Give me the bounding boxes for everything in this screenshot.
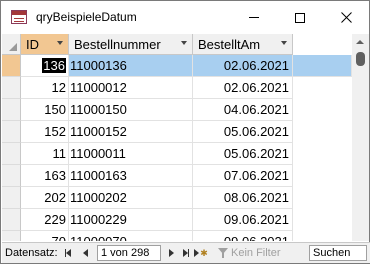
cell-id[interactable]: 229 <box>21 209 69 231</box>
cell-id[interactable]: 163 <box>21 165 69 187</box>
table-row[interactable]: 202 11000202 08.06.2021 <box>2 187 352 209</box>
record-selector[interactable] <box>2 55 21 77</box>
new-record-button[interactable]: ✱ <box>194 246 208 260</box>
new-record-icon <box>194 249 200 257</box>
cell-bestelltam[interactable]: 02.06.2021 <box>193 55 293 77</box>
dropdown-arrow-icon[interactable] <box>181 41 187 45</box>
cell-bestellnummer[interactable]: 11000163 <box>69 165 193 187</box>
table-row[interactable]: 70 11000070 09.06.2021 <box>2 231 352 241</box>
cell-id[interactable]: 12 <box>21 77 69 99</box>
record-position-field[interactable]: 1 von 298 <box>97 245 161 261</box>
cell-bestelltam[interactable]: 07.06.2021 <box>193 165 293 187</box>
scroll-thumb[interactable] <box>356 52 365 66</box>
next-record-button[interactable] <box>164 246 178 260</box>
vertical-scrollbar[interactable] <box>352 34 369 241</box>
maximize-icon <box>295 12 305 23</box>
cell-id[interactable]: 202 <box>21 187 69 209</box>
cell-bestellnummer[interactable]: 11000136 <box>69 55 193 77</box>
minimize-icon <box>249 17 259 18</box>
table-row[interactable]: 12 11000012 02.06.2021 <box>2 77 352 99</box>
table-row[interactable]: 150 11000150 04.06.2021 <box>2 99 352 121</box>
cell-bestellnummer[interactable]: 11000202 <box>69 187 193 209</box>
cell-bestellnummer[interactable]: 11000152 <box>69 121 193 143</box>
cell-bestellnummer[interactable]: 11000150 <box>69 99 193 121</box>
minimize-button[interactable] <box>231 1 277 34</box>
column-header-id[interactable]: ID <box>21 34 69 55</box>
cell-bestelltam[interactable]: 05.06.2021 <box>193 143 293 165</box>
cell-bestellnummer[interactable]: 11000012 <box>69 77 193 99</box>
cell-bestelltam[interactable]: 09.06.2021 <box>193 209 293 231</box>
record-selector[interactable] <box>2 165 21 187</box>
column-header-bestellnummer[interactable]: Bestellnummer <box>69 34 193 55</box>
cell-id[interactable]: 150 <box>21 99 69 121</box>
record-selector[interactable] <box>2 99 21 121</box>
column-header-label: Bestellnummer <box>74 37 161 52</box>
cell-id[interactable]: 11 <box>21 143 69 165</box>
cell-bestellnummer[interactable]: 11000070 <box>69 231 193 241</box>
column-header-bestelltam[interactable]: BestelltAm <box>193 34 293 55</box>
select-all-corner[interactable] <box>2 34 21 55</box>
filter-toggle[interactable]: Kein Filter <box>218 245 281 261</box>
column-header-label: ID <box>26 37 39 52</box>
first-record-icon <box>66 249 71 257</box>
title-bar[interactable]: qryBeispieleDatum <box>1 1 369 34</box>
record-selector[interactable] <box>2 187 21 209</box>
close-button[interactable] <box>323 1 369 34</box>
search-input[interactable]: Suchen <box>309 245 367 261</box>
record-selector[interactable] <box>2 121 21 143</box>
table-row[interactable]: 163 11000163 07.06.2021 <box>2 165 352 187</box>
filter-label: Kein Filter <box>231 247 281 259</box>
table-row[interactable]: 11 11000011 05.06.2021 <box>2 143 352 165</box>
cell-bestelltam[interactable]: 05.06.2021 <box>193 121 293 143</box>
maximize-button[interactable] <box>277 1 323 34</box>
dropdown-arrow-icon[interactable] <box>57 41 63 45</box>
record-selector[interactable] <box>2 143 21 165</box>
table-row[interactable]: 152 11000152 05.06.2021 <box>2 121 352 143</box>
dropdown-arrow-icon[interactable] <box>281 41 287 45</box>
cell-bestelltam[interactable]: 04.06.2021 <box>193 99 293 121</box>
access-window: qryBeispieleDatum ID Bestellnummer Beste… <box>0 0 370 264</box>
previous-record-button[interactable] <box>78 246 92 260</box>
cell-bestelltam[interactable]: 02.06.2021 <box>193 77 293 99</box>
last-record-button[interactable] <box>179 246 193 260</box>
record-selector[interactable] <box>2 231 21 241</box>
previous-record-icon <box>82 249 88 257</box>
record-selector[interactable] <box>2 77 21 99</box>
empty-area <box>293 55 352 77</box>
table-row[interactable]: 136 11000136 02.06.2021 <box>2 55 352 77</box>
cell-id[interactable]: 136 <box>21 55 69 77</box>
first-record-button[interactable] <box>61 246 75 260</box>
cell-bestellnummer[interactable]: 11000229 <box>69 209 193 231</box>
cell-bestellnummer[interactable]: 11000011 <box>69 143 193 165</box>
datasheet-grid: ID Bestellnummer BestelltAm 136 11000136… <box>2 34 352 241</box>
scroll-up-icon[interactable] <box>356 40 364 44</box>
record-selector[interactable] <box>2 209 21 231</box>
next-record-icon <box>168 249 174 257</box>
table-row[interactable]: 229 11000229 09.06.2021 <box>2 209 352 231</box>
close-icon <box>340 12 352 23</box>
cell-bestelltam[interactable]: 08.06.2021 <box>193 187 293 209</box>
record-label: Datensatz: <box>5 247 58 259</box>
datasheet-icon <box>11 10 27 24</box>
record-navigation-bar: Datensatz: 1 von 298 ✱ Kein Filter Suche… <box>2 242 370 263</box>
cell-bestelltam[interactable]: 09.06.2021 <box>193 231 293 241</box>
column-header-label: BestelltAm <box>198 37 261 52</box>
cell-id[interactable]: 70 <box>21 231 69 241</box>
cell-id[interactable]: 152 <box>21 121 69 143</box>
filter-icon <box>218 248 228 258</box>
window-title: qryBeispieleDatum <box>36 10 137 24</box>
